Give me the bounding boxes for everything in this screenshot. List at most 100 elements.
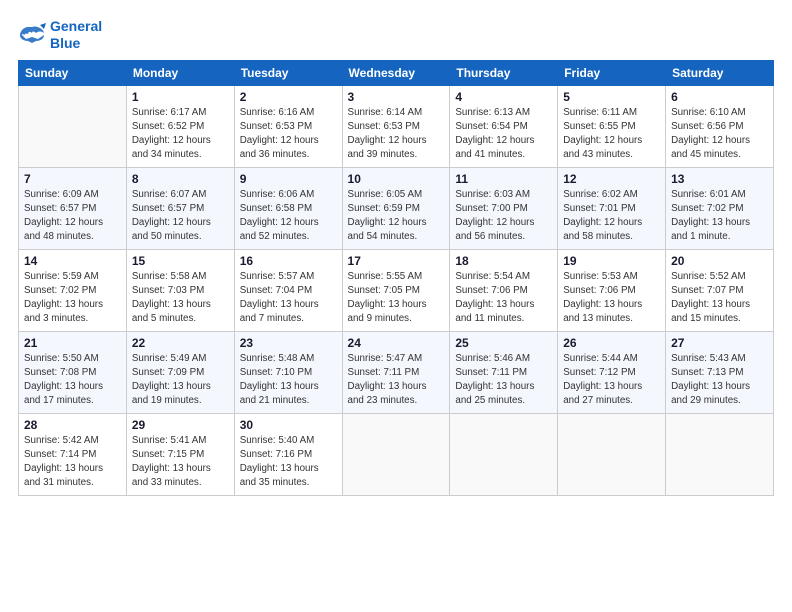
calendar-cell: 30Sunrise: 5:40 AM Sunset: 7:16 PM Dayli… bbox=[234, 413, 342, 495]
page-header: General Blue bbox=[18, 18, 774, 52]
day-number: 28 bbox=[24, 418, 121, 432]
day-info: Sunrise: 6:01 AM Sunset: 7:02 PM Dayligh… bbox=[671, 188, 768, 245]
calendar-cell: 22Sunrise: 5:49 AM Sunset: 7:09 PM Dayli… bbox=[126, 331, 234, 413]
day-info: Sunrise: 5:41 AM Sunset: 7:15 PM Dayligh… bbox=[132, 434, 229, 491]
calendar-cell bbox=[666, 413, 774, 495]
day-number: 16 bbox=[240, 254, 337, 268]
calendar-cell: 6 Sunrise: 6:10 AM Sunset: 6:56 PM Daylig… bbox=[666, 85, 774, 167]
weekday-header: Monday bbox=[126, 60, 234, 85]
day-info: Sunrise: 5:57 AM Sunset: 7:04 PM Dayligh… bbox=[240, 270, 337, 327]
day-number: 4 bbox=[455, 90, 552, 104]
calendar-cell: 1Sunrise: 6:17 AM Sunset: 6:52 PM Daylig… bbox=[126, 85, 234, 167]
day-info: Sunrise: 6:03 AM Sunset: 7:00 PM Dayligh… bbox=[455, 188, 552, 245]
day-number: 2 bbox=[240, 90, 337, 104]
day-info: Sunrise: 6:09 AM Sunset: 6:57 PM Dayligh… bbox=[24, 188, 121, 245]
calendar-cell: 18 Sunrise: 5:54 AM Sunset: 7:06 PM Dayli… bbox=[450, 249, 558, 331]
calendar-cell: 8 Sunrise: 6:07 AM Sunset: 6:57 PM Daylig… bbox=[126, 167, 234, 249]
calendar-cell bbox=[450, 413, 558, 495]
day-number: 15 bbox=[132, 254, 229, 268]
logo: General Blue bbox=[18, 18, 102, 52]
day-number: 27 bbox=[671, 336, 768, 350]
calendar-cell bbox=[19, 85, 127, 167]
day-info: Sunrise: 5:42 AM Sunset: 7:14 PM Dayligh… bbox=[24, 434, 121, 491]
weekday-header: Tuesday bbox=[234, 60, 342, 85]
calendar-cell: 14 Sunrise: 5:59 AM Sunset: 7:02 PM Dayli… bbox=[19, 249, 127, 331]
calendar-cell bbox=[558, 413, 666, 495]
calendar-cell: 27 Sunrise: 5:43 AM Sunset: 7:13 PM Dayli… bbox=[666, 331, 774, 413]
logo-icon bbox=[18, 23, 46, 47]
calendar-cell: 17 Sunrise: 5:55 AM Sunset: 7:05 PM Dayli… bbox=[342, 249, 450, 331]
day-info: Sunrise: 5:55 AM Sunset: 7:05 PM Dayligh… bbox=[348, 270, 445, 327]
day-number: 20 bbox=[671, 254, 768, 268]
weekday-header: Wednesday bbox=[342, 60, 450, 85]
calendar-table: SundayMondayTuesdayWednesdayThursdayFrid… bbox=[18, 60, 774, 496]
calendar-cell: 5 Sunrise: 6:11 AM Sunset: 6:55 PM Daylig… bbox=[558, 85, 666, 167]
calendar-cell: 25Sunrise: 5:46 AM Sunset: 7:11 PM Dayli… bbox=[450, 331, 558, 413]
day-info: Sunrise: 5:50 AM Sunset: 7:08 PM Dayligh… bbox=[24, 352, 121, 409]
day-info: Sunrise: 6:10 AM Sunset: 6:56 PM Dayligh… bbox=[671, 106, 768, 163]
day-number: 11 bbox=[455, 172, 552, 186]
day-info: Sunrise: 5:40 AM Sunset: 7:16 PM Dayligh… bbox=[240, 434, 337, 491]
day-info: Sunrise: 6:07 AM Sunset: 6:57 PM Dayligh… bbox=[132, 188, 229, 245]
day-number: 29 bbox=[132, 418, 229, 432]
calendar-week-row: 28 Sunrise: 5:42 AM Sunset: 7:14 PM Dayli… bbox=[19, 413, 774, 495]
day-number: 14 bbox=[24, 254, 121, 268]
weekday-header: Thursday bbox=[450, 60, 558, 85]
day-info: Sunrise: 5:58 AM Sunset: 7:03 PM Dayligh… bbox=[132, 270, 229, 327]
calendar-cell bbox=[342, 413, 450, 495]
page-container: General Blue SundayMondayTuesdayWednesda… bbox=[0, 0, 792, 506]
day-info: Sunrise: 5:43 AM Sunset: 7:13 PM Dayligh… bbox=[671, 352, 768, 409]
day-number: 26 bbox=[563, 336, 660, 350]
calendar-cell: 7Sunrise: 6:09 AM Sunset: 6:57 PM Daylig… bbox=[19, 167, 127, 249]
day-info: Sunrise: 5:54 AM Sunset: 7:06 PM Dayligh… bbox=[455, 270, 552, 327]
day-number: 6 bbox=[671, 90, 768, 104]
calendar-cell: 10Sunrise: 6:05 AM Sunset: 6:59 PM Dayli… bbox=[342, 167, 450, 249]
day-number: 12 bbox=[563, 172, 660, 186]
calendar-cell: 23 Sunrise: 5:48 AM Sunset: 7:10 PM Dayli… bbox=[234, 331, 342, 413]
calendar-week-row: 1Sunrise: 6:17 AM Sunset: 6:52 PM Daylig… bbox=[19, 85, 774, 167]
calendar-cell: 19Sunrise: 5:53 AM Sunset: 7:06 PM Dayli… bbox=[558, 249, 666, 331]
calendar-cell: 20 Sunrise: 5:52 AM Sunset: 7:07 PM Dayli… bbox=[666, 249, 774, 331]
weekday-header: Saturday bbox=[666, 60, 774, 85]
day-info: Sunrise: 6:06 AM Sunset: 6:58 PM Dayligh… bbox=[240, 188, 337, 245]
day-info: Sunrise: 6:17 AM Sunset: 6:52 PM Dayligh… bbox=[132, 106, 229, 163]
calendar-cell: 2Sunrise: 6:16 AM Sunset: 6:53 PM Daylig… bbox=[234, 85, 342, 167]
day-number: 5 bbox=[563, 90, 660, 104]
day-info: Sunrise: 5:59 AM Sunset: 7:02 PM Dayligh… bbox=[24, 270, 121, 327]
day-info: Sunrise: 5:47 AM Sunset: 7:11 PM Dayligh… bbox=[348, 352, 445, 409]
calendar-week-row: 7Sunrise: 6:09 AM Sunset: 6:57 PM Daylig… bbox=[19, 167, 774, 249]
calendar-week-row: 21 Sunrise: 5:50 AM Sunset: 7:08 PM Dayli… bbox=[19, 331, 774, 413]
day-number: 18 bbox=[455, 254, 552, 268]
day-info: Sunrise: 5:52 AM Sunset: 7:07 PM Dayligh… bbox=[671, 270, 768, 327]
calendar-week-row: 14 Sunrise: 5:59 AM Sunset: 7:02 PM Dayli… bbox=[19, 249, 774, 331]
day-info: Sunrise: 6:11 AM Sunset: 6:55 PM Dayligh… bbox=[563, 106, 660, 163]
calendar-cell: 28 Sunrise: 5:42 AM Sunset: 7:14 PM Dayli… bbox=[19, 413, 127, 495]
calendar-cell: 29 Sunrise: 5:41 AM Sunset: 7:15 PM Dayli… bbox=[126, 413, 234, 495]
calendar-cell: 11 Sunrise: 6:03 AM Sunset: 7:00 PM Dayli… bbox=[450, 167, 558, 249]
calendar-cell: 24 Sunrise: 5:47 AM Sunset: 7:11 PM Dayli… bbox=[342, 331, 450, 413]
logo-text: General Blue bbox=[50, 18, 102, 52]
day-info: Sunrise: 6:05 AM Sunset: 6:59 PM Dayligh… bbox=[348, 188, 445, 245]
day-number: 8 bbox=[132, 172, 229, 186]
day-info: Sunrise: 6:14 AM Sunset: 6:53 PM Dayligh… bbox=[348, 106, 445, 163]
day-number: 22 bbox=[132, 336, 229, 350]
weekday-header: Friday bbox=[558, 60, 666, 85]
calendar-cell: 3Sunrise: 6:14 AM Sunset: 6:53 PM Daylig… bbox=[342, 85, 450, 167]
calendar-cell: 21 Sunrise: 5:50 AM Sunset: 7:08 PM Dayli… bbox=[19, 331, 127, 413]
day-info: Sunrise: 5:48 AM Sunset: 7:10 PM Dayligh… bbox=[240, 352, 337, 409]
calendar-header-row: SundayMondayTuesdayWednesdayThursdayFrid… bbox=[19, 60, 774, 85]
day-info: Sunrise: 5:44 AM Sunset: 7:12 PM Dayligh… bbox=[563, 352, 660, 409]
day-number: 24 bbox=[348, 336, 445, 350]
day-info: Sunrise: 6:02 AM Sunset: 7:01 PM Dayligh… bbox=[563, 188, 660, 245]
day-number: 23 bbox=[240, 336, 337, 350]
calendar-cell: 15 Sunrise: 5:58 AM Sunset: 7:03 PM Dayli… bbox=[126, 249, 234, 331]
day-number: 21 bbox=[24, 336, 121, 350]
day-number: 13 bbox=[671, 172, 768, 186]
weekday-header: Sunday bbox=[19, 60, 127, 85]
calendar-cell: 4Sunrise: 6:13 AM Sunset: 6:54 PM Daylig… bbox=[450, 85, 558, 167]
day-number: 17 bbox=[348, 254, 445, 268]
day-info: Sunrise: 5:46 AM Sunset: 7:11 PM Dayligh… bbox=[455, 352, 552, 409]
calendar-cell: 9Sunrise: 6:06 AM Sunset: 6:58 PM Daylig… bbox=[234, 167, 342, 249]
day-number: 19 bbox=[563, 254, 660, 268]
calendar-cell: 26 Sunrise: 5:44 AM Sunset: 7:12 PM Dayli… bbox=[558, 331, 666, 413]
